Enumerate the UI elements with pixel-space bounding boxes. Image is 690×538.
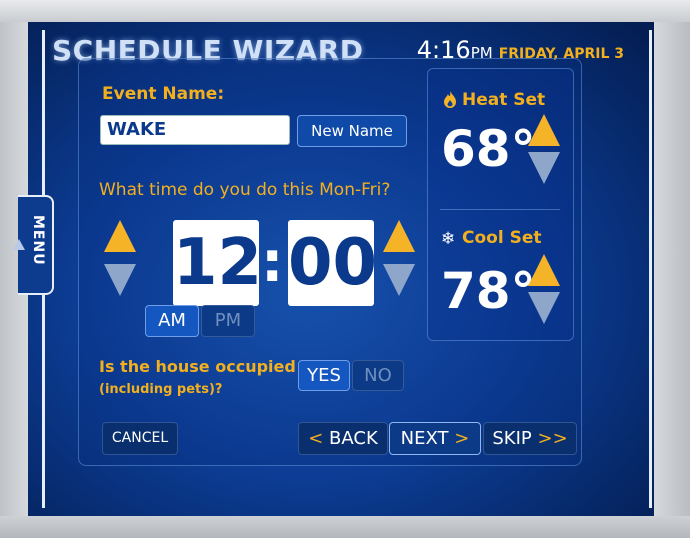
event-name-field[interactable]: WAKE: [100, 115, 290, 145]
snowflake-icon: ❄: [441, 229, 456, 249]
cool-down-arrow-icon[interactable]: [528, 292, 560, 324]
pm-button[interactable]: PM: [201, 305, 255, 337]
bezel-top: [0, 0, 690, 22]
bezel-right: [654, 22, 690, 516]
time-question: What time do you do this Mon-Fri?: [99, 180, 391, 200]
cool-set-label: Cool Set: [462, 228, 542, 248]
heat-temperature: 68°: [441, 120, 536, 178]
bezel-bottom: [0, 515, 690, 538]
flame-icon: [444, 91, 456, 108]
next-arrow-icon: >: [454, 428, 470, 449]
hour-down-arrow-icon[interactable]: [104, 264, 136, 296]
occupied-question: Is the house occupied: [99, 357, 296, 376]
hour-up-arrow-icon[interactable]: [104, 220, 136, 252]
time-colon: :: [261, 230, 284, 295]
heat-up-arrow-icon[interactable]: [528, 114, 560, 146]
menu-arrow-icon[interactable]: [13, 239, 25, 250]
am-button[interactable]: AM: [145, 305, 199, 337]
back-label: BACK: [329, 428, 378, 449]
cool-temperature: 78°: [441, 262, 536, 320]
new-name-button[interactable]: New Name: [297, 115, 407, 147]
minute-up-arrow-icon[interactable]: [383, 220, 415, 252]
heat-down-arrow-icon[interactable]: [528, 152, 560, 184]
skip-button[interactable]: SKIP >>: [483, 422, 577, 455]
yes-button[interactable]: YES: [298, 360, 350, 391]
menu-label[interactable]: MENU: [30, 215, 46, 266]
cool-up-arrow-icon[interactable]: [528, 254, 560, 286]
screen-edge-right: [649, 30, 652, 508]
back-arrow-icon: <: [308, 428, 324, 449]
cancel-button[interactable]: CANCEL: [102, 422, 178, 455]
heat-set-label: Heat Set: [462, 90, 546, 110]
skip-arrow-icon: >>: [537, 428, 568, 449]
next-button[interactable]: NEXT >: [389, 422, 481, 455]
next-label: NEXT: [400, 428, 449, 449]
hour-display[interactable]: 12: [173, 220, 262, 306]
occupied-subtext: (including pets)?: [99, 382, 223, 397]
setpoint-divider: [440, 209, 560, 210]
no-button[interactable]: NO: [352, 360, 404, 391]
skip-label: SKIP: [492, 428, 532, 449]
minute-down-arrow-icon[interactable]: [383, 264, 415, 296]
event-name-label: Event Name:: [102, 84, 225, 104]
minute-display[interactable]: 00: [288, 220, 377, 306]
back-button[interactable]: < BACK: [298, 422, 388, 455]
